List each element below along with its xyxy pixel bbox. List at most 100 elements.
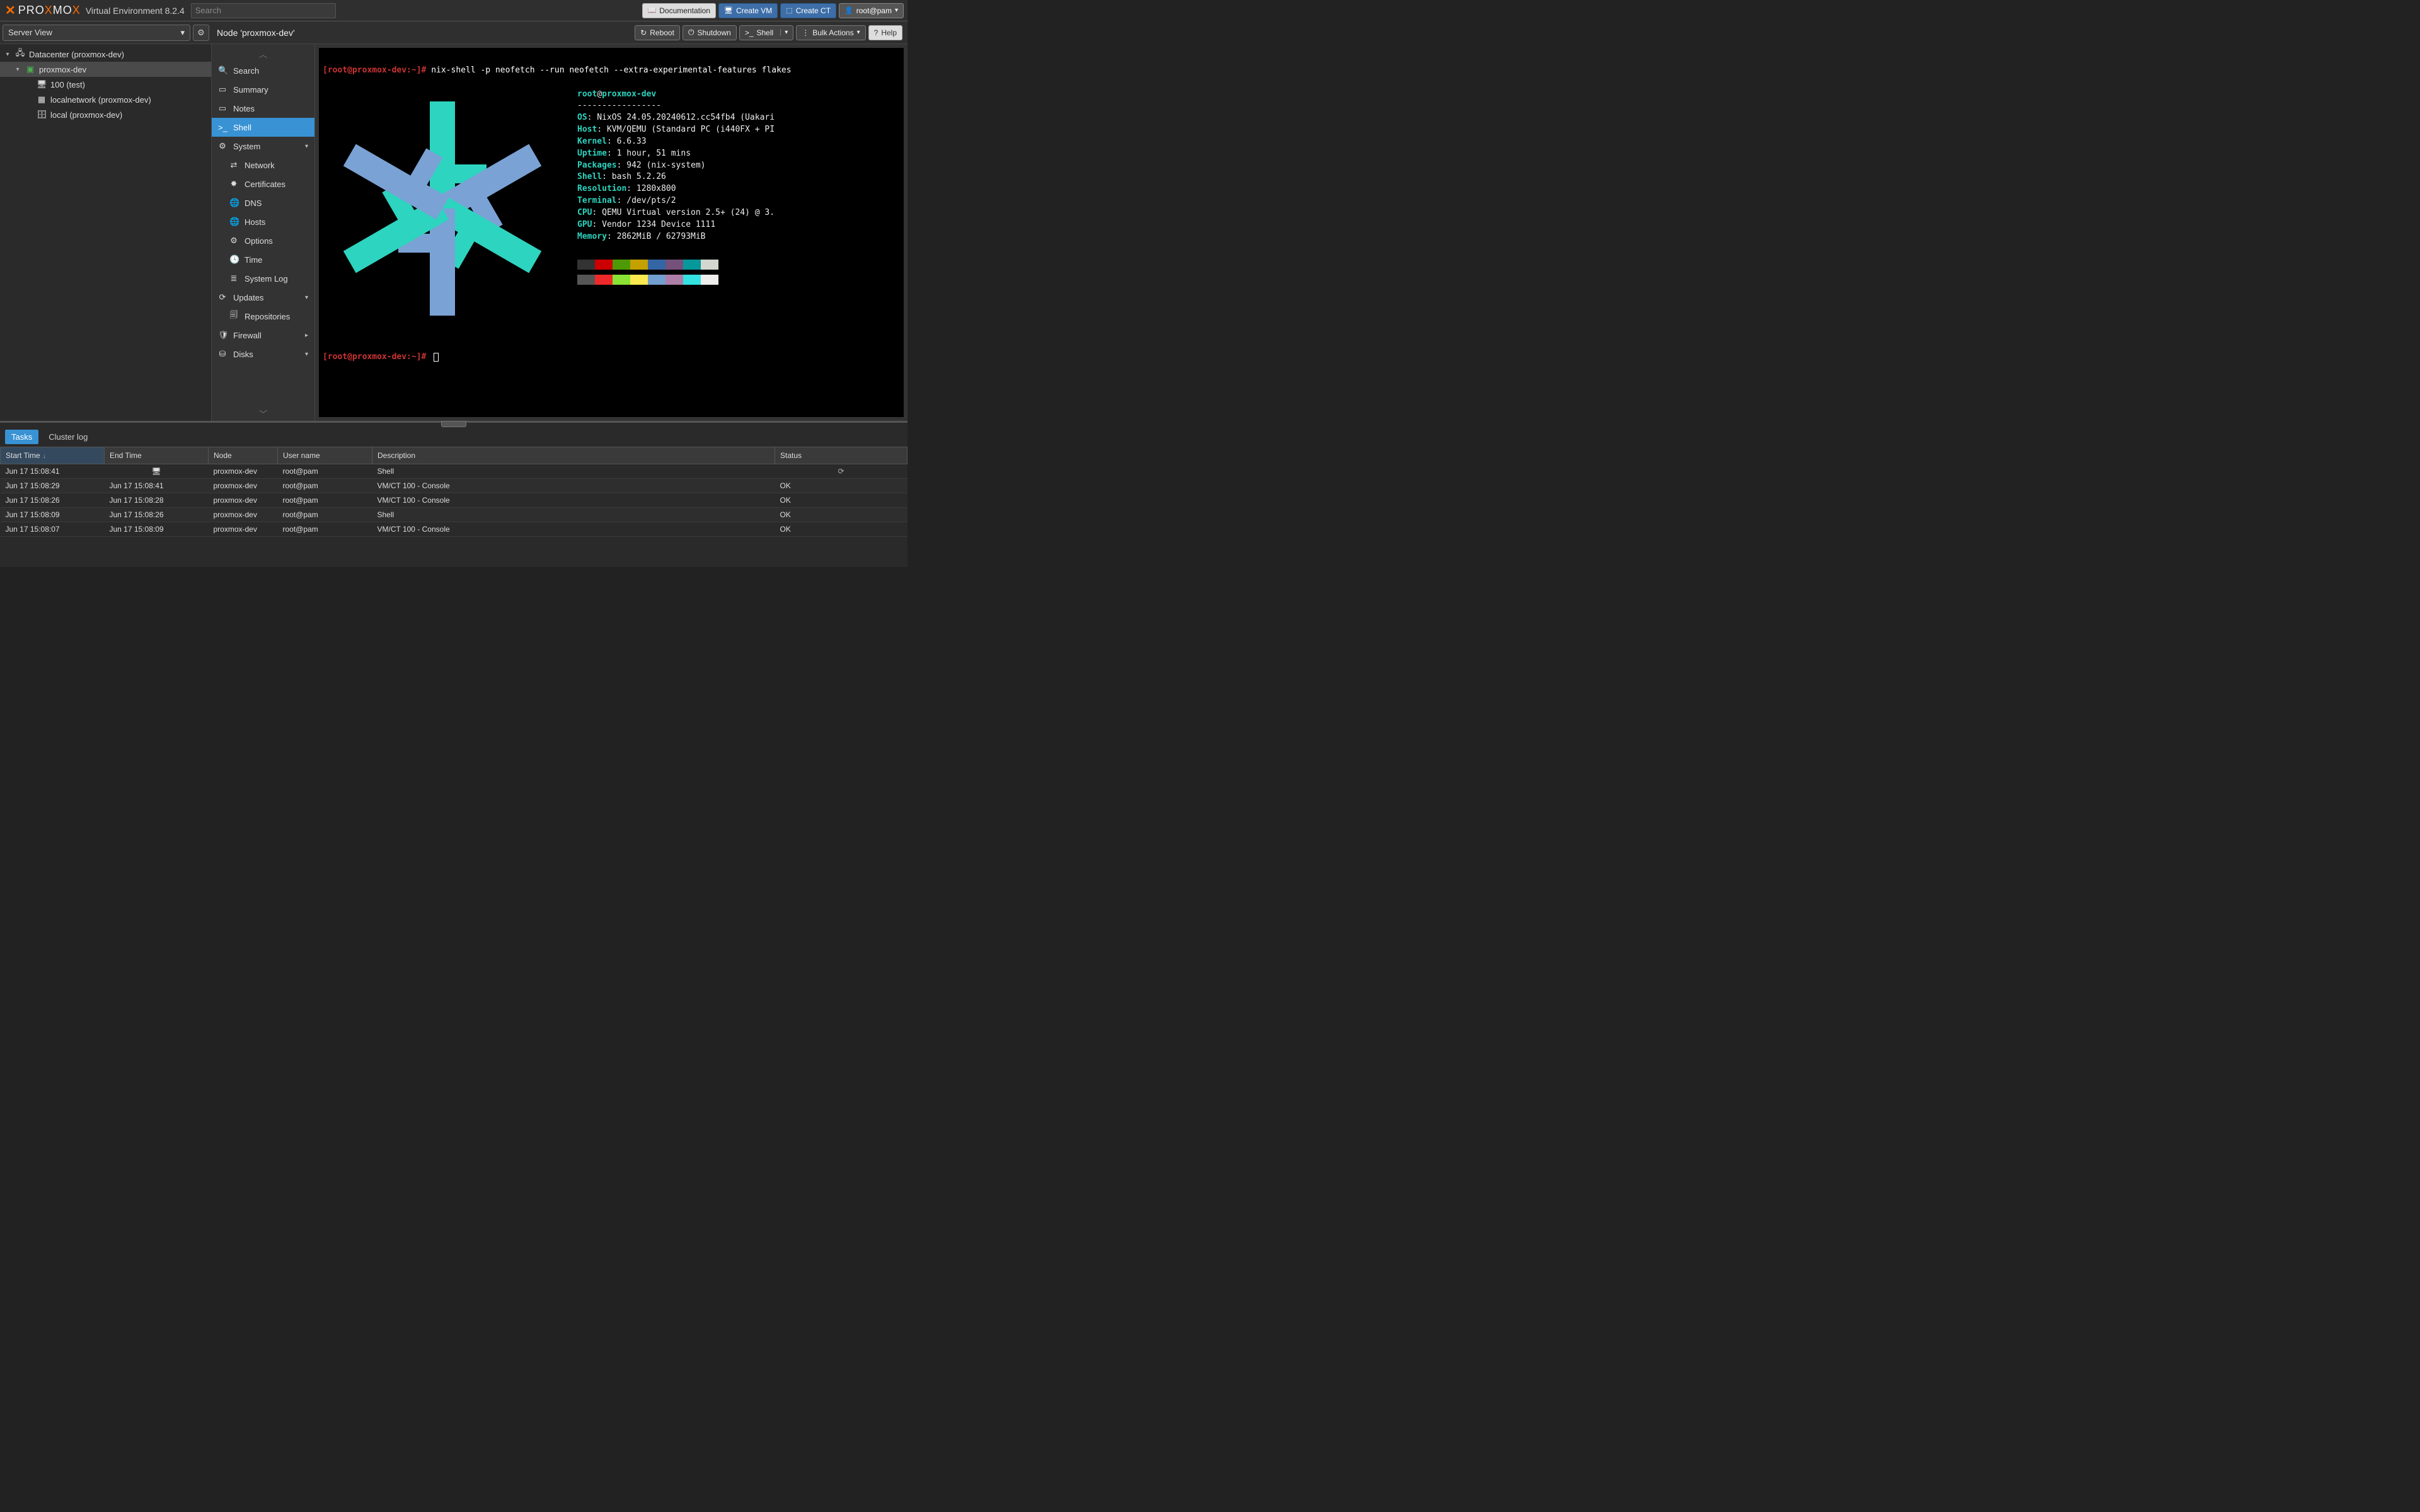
nav-syslog[interactable]: ≣System Log <box>212 269 314 288</box>
shutdown-button[interactable]: ⏻Shutdown <box>683 25 737 40</box>
table-row[interactable]: Jun 17 15:08:09Jun 17 15:08:26proxmox-de… <box>1 508 908 522</box>
chevron-down-icon: ▾ <box>305 294 308 301</box>
nav-search[interactable]: 🔍Search <box>212 61 314 80</box>
disk-icon: ⛁ <box>218 349 227 359</box>
sort-descending-icon: ↓ <box>43 453 46 460</box>
chevron-down-icon: ▾ <box>305 143 308 150</box>
loading-spinner-icon: ⟳ <box>780 467 902 476</box>
server-online-icon: ▣ <box>25 64 35 74</box>
tasks-table: Start Time↓ End Time Node User name Desc… <box>0 447 908 537</box>
globe-icon: 🌐 <box>229 198 238 208</box>
resize-handle[interactable] <box>0 421 908 427</box>
shell-dropdown-button[interactable]: >_Shell▾ <box>739 25 793 40</box>
gear-icon: ⚙ <box>229 236 238 246</box>
nav-options[interactable]: ⚙Options <box>212 231 314 250</box>
terminal-icon: >_ <box>218 123 227 132</box>
page-title: Node 'proxmox-dev' <box>217 28 295 38</box>
nav-dns[interactable]: 🌐DNS <box>212 193 314 212</box>
neofetch-logo <box>323 77 562 340</box>
logo: ✕ PROXMOX Virtual Environment 8.2.4 <box>1 3 185 18</box>
product-version: Virtual Environment 8.2.4 <box>86 6 185 16</box>
monitor-icon: 🖥 <box>724 6 733 14</box>
book-icon: 📖 <box>648 6 657 14</box>
search-icon: 🔍 <box>218 66 227 76</box>
create-ct-button[interactable]: ⬚ Create CT <box>780 3 836 18</box>
nav-shell[interactable]: >_Shell <box>212 118 314 137</box>
table-row[interactable]: Jun 17 15:08:41🖥proxmox-devroot@pamShell… <box>1 464 908 479</box>
bottom-tabs: Tasks Cluster log <box>0 427 908 447</box>
chevron-down-icon: ▾ <box>895 7 898 14</box>
files-icon: 🗐 <box>229 309 238 323</box>
tree-node-datacenter[interactable]: ▾ 🖧 Datacenter (proxmox-dev) <box>0 47 211 62</box>
tree-node-storage[interactable]: 🗄 local (proxmox-dev) <box>0 107 211 122</box>
tree-node-host[interactable]: ▾ ▣ proxmox-dev <box>0 62 211 77</box>
help-icon: ? <box>874 28 879 37</box>
table-row[interactable]: Jun 17 15:08:26Jun 17 15:08:28proxmox-de… <box>1 493 908 508</box>
top-actions: 📖 Documentation 🖥 Create VM ⬚ Create CT … <box>642 3 904 18</box>
node-sidenav: ︿ 🔍Search ▭Summary ▭Notes >_Shell ⚙Syste… <box>212 44 315 421</box>
nav-disks[interactable]: ⛁Disks▾ <box>212 345 314 364</box>
user-icon: 👤 <box>844 6 853 14</box>
reboot-button[interactable]: ↻Reboot <box>635 25 680 40</box>
col-node[interactable]: Node <box>209 447 278 464</box>
nav-network[interactable]: ⇄Network <box>212 156 314 175</box>
user-menu-button[interactable]: 👤 root@pam ▾ <box>839 3 904 18</box>
network-icon: ▦ <box>37 94 47 105</box>
search-input[interactable]: Search <box>191 3 336 18</box>
nav-certificates[interactable]: ✸Certificates <box>212 175 314 193</box>
nav-notes[interactable]: ▭Notes <box>212 99 314 118</box>
menu-icon: ⋮ <box>802 28 809 37</box>
chevron-down-icon: ▾ <box>857 29 860 36</box>
collapse-icon[interactable]: ▾ <box>14 66 21 73</box>
nav-summary[interactable]: ▭Summary <box>212 80 314 99</box>
clock-icon: 🕓 <box>229 255 238 265</box>
monitor-icon: 🖥 <box>110 467 204 476</box>
chevron-right-icon: ▸ <box>305 332 308 339</box>
scroll-down-icon[interactable]: ﹀ <box>212 406 314 421</box>
storage-icon: 🗄 <box>37 110 47 120</box>
table-row[interactable]: Jun 17 15:08:07Jun 17 15:08:09proxmox-de… <box>1 522 908 537</box>
terminal-output[interactable]: [root@proxmox-dev:~]# nix-shell -p neofe… <box>319 48 904 417</box>
col-username[interactable]: User name <box>278 447 372 464</box>
serverview-toolbar: Server View ▾ ⚙ <box>0 21 212 44</box>
documentation-button[interactable]: 📖 Documentation <box>642 3 716 18</box>
tab-cluster-log[interactable]: Cluster log <box>42 430 94 444</box>
chevron-down-icon: ▾ <box>180 28 185 38</box>
col-end-time[interactable]: End Time <box>105 447 209 464</box>
tree-node-vm[interactable]: 🖥 100 (test) <box>0 77 211 92</box>
col-description[interactable]: Description <box>372 447 775 464</box>
nav-system[interactable]: ⚙System▾ <box>212 137 314 156</box>
table-row[interactable]: Jun 17 15:08:29Jun 17 15:08:41proxmox-de… <box>1 479 908 493</box>
nav-updates[interactable]: ⟳Updates▾ <box>212 288 314 307</box>
bulk-actions-button[interactable]: ⋮Bulk Actions▾ <box>796 25 865 40</box>
reboot-icon: ↻ <box>640 28 647 37</box>
col-status[interactable]: Status <box>775 447 908 464</box>
globe-icon: 🌐 <box>229 217 238 227</box>
exchange-icon: ⇄ <box>229 160 238 170</box>
nav-repositories[interactable]: 🗐Repositories <box>212 307 314 326</box>
scroll-up-icon[interactable]: ︿ <box>212 47 314 61</box>
tasks-panel: Tasks Cluster log Start Time↓ End Time N… <box>0 421 908 567</box>
view-settings-button[interactable]: ⚙ <box>193 25 209 41</box>
nav-hosts[interactable]: 🌐Hosts <box>212 212 314 231</box>
tree-node-network[interactable]: ▦ localnetwork (proxmox-dev) <box>0 92 211 107</box>
gear-icon: ⚙ <box>197 28 205 38</box>
topbar: ✕ PROXMOX Virtual Environment 8.2.4 Sear… <box>0 0 908 21</box>
certificate-icon: ✸ <box>229 179 238 189</box>
cursor-icon <box>434 353 439 362</box>
collapse-icon[interactable]: ▾ <box>4 51 11 58</box>
help-button[interactable]: ?Help <box>868 25 902 40</box>
logo-x-icon: ✕ <box>5 3 16 18</box>
content-header: Node 'proxmox-dev' ↻Reboot ⏻Shutdown >_S… <box>212 21 908 44</box>
view-selector[interactable]: Server View ▾ <box>3 25 190 41</box>
nav-firewall[interactable]: 🛡Firewall▸ <box>212 326 314 345</box>
create-vm-button[interactable]: 🖥 Create VM <box>718 3 778 18</box>
tab-tasks[interactable]: Tasks <box>5 430 38 444</box>
book-icon: ▭ <box>218 84 227 94</box>
col-start-time[interactable]: Start Time↓ <box>1 447 105 464</box>
neofetch-info: root@proxmox-dev ----------------- OS: N… <box>577 77 775 340</box>
nav-time[interactable]: 🕓Time <box>212 250 314 269</box>
table-header-row: Start Time↓ End Time Node User name Desc… <box>1 447 908 464</box>
refresh-icon: ⟳ <box>218 292 227 302</box>
chevron-down-icon: ▾ <box>305 351 308 358</box>
